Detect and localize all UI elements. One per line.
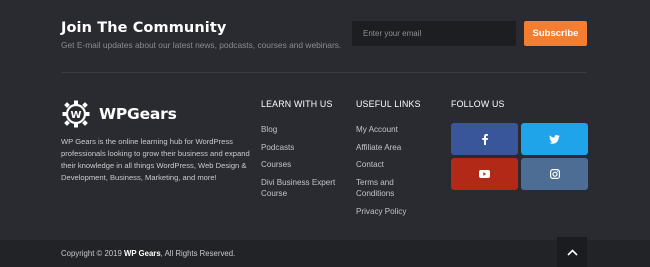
learn-heading: LEARN WITH US bbox=[261, 99, 333, 109]
follow-us-column: FOLLOW US bbox=[451, 99, 588, 190]
facebook-button[interactable] bbox=[451, 123, 518, 155]
link-terms-and-conditions[interactable]: Terms and Conditions bbox=[356, 177, 406, 200]
instagram-icon bbox=[549, 169, 560, 179]
svg-text:W: W bbox=[70, 110, 81, 121]
back-to-top-button[interactable] bbox=[557, 237, 587, 267]
gear-logo-icon: W bbox=[62, 100, 90, 128]
newsletter-title: Join The Community bbox=[61, 20, 227, 36]
logo[interactable]: W WPGears bbox=[61, 99, 177, 129]
instagram-button[interactable] bbox=[521, 158, 588, 190]
learn-with-us-column: LEARN WITH US Blog Podcasts Courses Divi… bbox=[261, 99, 346, 198]
link-divi-business-expert-course[interactable]: Divi Business Expert Course bbox=[261, 177, 343, 200]
follow-heading: FOLLOW US bbox=[451, 99, 505, 109]
copyright-brand[interactable]: WP Gears bbox=[124, 249, 161, 258]
link-privacy-policy[interactable]: Privacy Policy bbox=[356, 206, 406, 218]
bottom-bar: Copyright © 2019 WP Gears, All Rights Re… bbox=[0, 240, 650, 267]
youtube-button[interactable] bbox=[451, 158, 518, 190]
twitter-icon bbox=[549, 134, 560, 144]
link-my-account[interactable]: My Account bbox=[356, 124, 406, 136]
copyright-suffix: , All Rights Reserved. bbox=[160, 249, 236, 258]
logo-text: WPGears bbox=[99, 105, 177, 123]
facebook-icon bbox=[481, 133, 488, 145]
useful-links-column: USEFUL LINKS My Account Affiliate Area C… bbox=[356, 99, 441, 216]
useful-heading: USEFUL LINKS bbox=[356, 99, 421, 109]
link-blog[interactable]: Blog bbox=[261, 124, 343, 136]
newsletter-section: Join The Community Get E-mail updates ab… bbox=[0, 0, 650, 72]
youtube-icon bbox=[479, 170, 490, 178]
link-podcasts[interactable]: Podcasts bbox=[261, 142, 343, 154]
copyright-text: Copyright © 2019 WP Gears, All Rights Re… bbox=[61, 249, 235, 258]
divider bbox=[61, 72, 587, 73]
brand-description: WP Gears is the online learning hub for … bbox=[61, 137, 250, 182]
copyright-prefix: Copyright © 2019 bbox=[61, 249, 122, 258]
chevron-up-icon bbox=[566, 248, 578, 256]
link-affiliate-area[interactable]: Affiliate Area bbox=[356, 142, 406, 154]
newsletter-subtitle: Get E-mail updates about our latest news… bbox=[61, 40, 342, 50]
subscribe-button[interactable]: Subscribe bbox=[524, 21, 587, 46]
link-contact[interactable]: Contact bbox=[356, 159, 406, 171]
link-courses[interactable]: Courses bbox=[261, 159, 343, 171]
email-input[interactable] bbox=[352, 21, 516, 46]
twitter-button[interactable] bbox=[521, 123, 588, 155]
